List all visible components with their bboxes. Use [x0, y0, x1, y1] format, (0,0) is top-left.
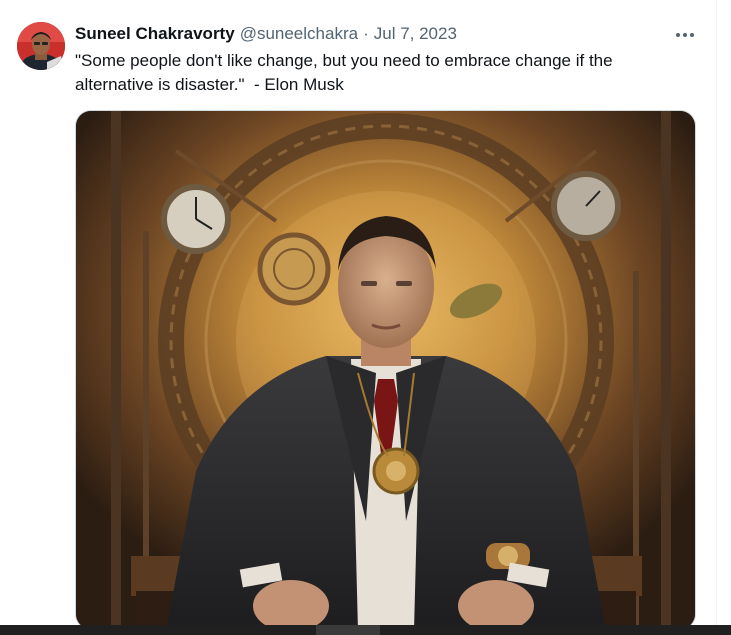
more-horizontal-icon	[676, 33, 694, 37]
display-name[interactable]: Suneel Chakravorty	[75, 22, 235, 46]
more-button[interactable]	[670, 22, 700, 48]
taskbar	[0, 625, 731, 635]
user-handle[interactable]: @suneelchakra	[240, 22, 358, 46]
tweet-header: Suneel Chakravorty @suneelchakra · Jul 7…	[75, 22, 457, 46]
taskbar-active-item[interactable]	[316, 625, 380, 635]
tweet[interactable]: Suneel Chakravorty @suneelchakra · Jul 7…	[0, 0, 716, 630]
avatar-image	[17, 22, 65, 70]
tweet-text: "Some people don't like change, but you …	[75, 51, 618, 94]
tweet-media-image[interactable]	[75, 110, 696, 630]
header-separator: ·	[363, 24, 369, 43]
steampunk-portrait-image	[76, 111, 695, 629]
avatar[interactable]	[17, 22, 65, 70]
column-divider	[716, 0, 717, 625]
tweet-date[interactable]: Jul 7, 2023	[374, 22, 457, 46]
page: Suneel Chakravorty @suneelchakra · Jul 7…	[0, 0, 731, 635]
